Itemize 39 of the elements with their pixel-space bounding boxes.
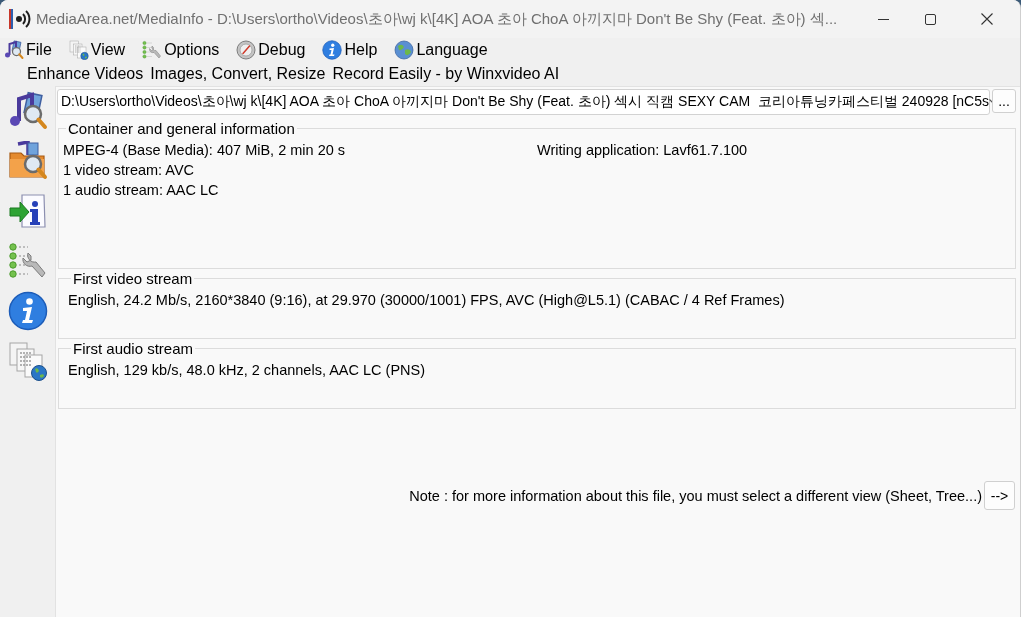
group-title: First video stream (72, 270, 194, 287)
globe-icon (394, 40, 415, 60)
app-logo-icon (9, 8, 31, 30)
menu-item[interactable]: View (68, 40, 128, 60)
documents-globe-icon (68, 40, 89, 60)
music-note-magnifier-icon[interactable] (7, 91, 48, 131)
group-title: Container and general information (67, 120, 296, 137)
list-wrench-icon[interactable] (7, 241, 48, 281)
close-icon (981, 13, 993, 25)
info-text: English, 24.2 Mb/s, 2160*3840 (9:16), at 29.970 (30000/1001) FPS, AVC (High@L5.1) (CABAC / 4 Ref Frames) (68, 291, 785, 310)
info-text: Writing application: Lavf61.7.100 (537, 141, 748, 160)
file-path-combo[interactable]: D:\Users\ortho\Videos\초아\wj k\[4K] AOA 초아 ChoA 아끼지마 Don't Be Shy (Feat. 초아) 섹시 직캠 SEXY CAM 코리아튜닝카페스티벌 240928 [nC5s (57, 89, 990, 115)
maximize-icon (925, 13, 936, 25)
info-text: MPEG-4 (Base Media): 407 MiB, 2 min 20 s (63, 141, 346, 160)
info-icon (322, 40, 343, 60)
menu-item[interactable]: Debug (236, 40, 308, 60)
window-title: MediaArea.net/MediaInfo - D:\Users\ortho\Videos\초아\wj k\[4K] AOA 초아 ChoA 아끼지마 Don't Be Shy (Feat. 초아) 섹... (36, 9, 839, 29)
info-icon[interactable] (7, 291, 48, 331)
promo-link[interactable]: Record Easily - by Winxvideo AI (332, 65, 560, 83)
note-text: Note : for more information about this file, you must select a different view (Sheet, Tree...) (409, 487, 982, 504)
browse-button[interactable]: ... (992, 89, 1016, 113)
folder-magnifier-icon[interactable] (7, 141, 48, 181)
arrow-document-info-icon[interactable] (7, 191, 48, 231)
info-text: English, 129 kb/s, 48.0 kHz, 2 channels, AAC LC (PNS) (68, 361, 426, 380)
music-note-magnifier-icon (4, 40, 24, 60)
minimize-icon (878, 18, 889, 20)
menu-item[interactable]: File (4, 40, 54, 60)
info-text: 1 audio stream: AAC LC (63, 181, 219, 200)
group-title: First audio stream (72, 340, 195, 357)
list-wrench-icon (142, 40, 163, 60)
menu-item[interactable]: Language (394, 40, 490, 60)
menu-item[interactable]: Help (322, 40, 380, 60)
promo-link[interactable]: Images, Convert, Resize (150, 65, 326, 83)
menu-item[interactable]: Options (142, 40, 222, 60)
gauge-icon (236, 40, 257, 60)
next-view-button[interactable]: --> (984, 481, 1015, 510)
documents-globe-icon[interactable] (7, 341, 48, 381)
info-text: 1 video stream: AVC (63, 161, 195, 180)
promo-link[interactable]: Enhance Videos (27, 65, 144, 83)
